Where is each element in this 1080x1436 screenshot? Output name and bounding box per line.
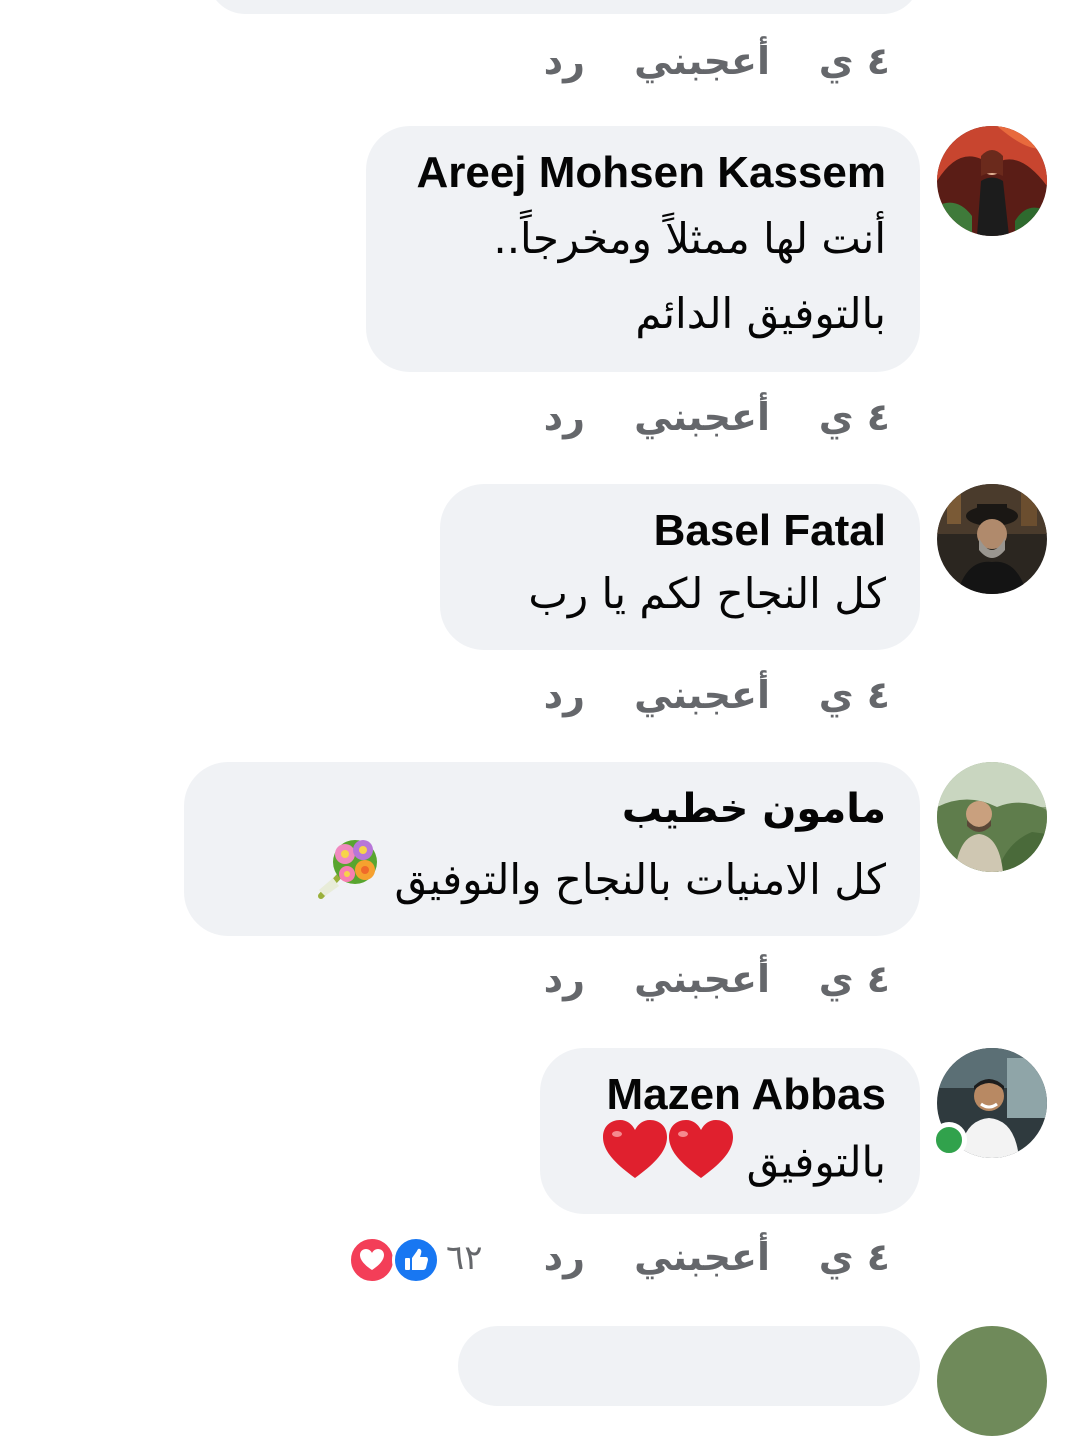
reply-button[interactable]: رد — [544, 954, 585, 1004]
red-heart-icon — [603, 1120, 734, 1210]
comment-text-line: أنت لها ممثلاً ومخرجاً.. — [493, 214, 886, 263]
comment-actions: ٤ ي أعجبني رد — [520, 670, 890, 720]
reaction-summary[interactable]: ٦٢ — [346, 1232, 506, 1284]
avatar[interactable] — [937, 1326, 1047, 1436]
like-button[interactable]: أعجبني — [634, 36, 770, 86]
bouquet-icon — [315, 834, 381, 931]
comment-author[interactable]: Basel Fatal — [474, 506, 886, 556]
comment-actions: ٤ ي أعجبني رد — [520, 1232, 890, 1282]
comment-author[interactable]: Areej Mohsen Kassem — [400, 148, 886, 198]
comment-author[interactable]: Mazen Abbas — [574, 1070, 886, 1120]
avatar[interactable] — [937, 762, 1047, 872]
love-icon — [348, 1236, 396, 1284]
avatar[interactable] — [937, 126, 1047, 236]
comment-actions: ٤ ي أعجبني رد — [520, 392, 890, 442]
comment-time[interactable]: ٤ ي — [819, 392, 890, 442]
like-button[interactable]: أعجبني — [634, 392, 770, 442]
comment-time[interactable]: ٤ ي — [819, 670, 890, 720]
comment-text-line: بالتوفيق — [746, 1137, 886, 1187]
comment-bubble: Areej Mohsen Kassem أنت لها ممثلاً ومخرج… — [366, 126, 920, 372]
comment-time[interactable]: ٤ ي — [819, 36, 890, 86]
comment-bubble: Mazen Abbas بالتوفيق — [540, 1048, 920, 1214]
comment-time[interactable]: ٤ ي — [819, 954, 890, 1004]
comment-bubble: Basel Fatal كل النجاح لكم يا رب — [440, 484, 920, 650]
comment-text-line: كل الامنيات بالنجاح والتوفيق — [394, 855, 886, 904]
reply-button[interactable]: رد — [544, 392, 585, 442]
like-button[interactable]: أعجبني — [634, 670, 770, 720]
comment-bubble-partial-top — [208, 0, 920, 14]
reaction-count: ٦٢ — [446, 1238, 483, 1278]
online-status-icon — [931, 1122, 967, 1158]
comment-text-line: بالتوفيق الدائم — [635, 289, 886, 338]
comment-actions: ٤ ي أعجبني رد — [520, 36, 890, 86]
like-button[interactable]: أعجبني — [634, 954, 770, 1004]
reply-button[interactable]: رد — [544, 36, 585, 86]
comment-text-line: كل النجاح لكم يا رب — [528, 569, 886, 618]
avatar[interactable] — [937, 484, 1047, 594]
like-icon — [392, 1236, 440, 1284]
comment-text-row: بالتوفيق — [574, 1120, 886, 1210]
reply-button[interactable]: رد — [544, 1232, 585, 1282]
comment-text-row: كل الامنيات بالنجاح والتوفيق — [218, 834, 886, 931]
comment-bubble-partial-bottom — [458, 1326, 920, 1406]
reply-button[interactable]: رد — [544, 670, 585, 720]
comment-author[interactable]: مامون خطيب — [218, 784, 886, 834]
comment-bubble: مامون خطيب كل الامنيات بالنجاح والتوفيق — [184, 762, 920, 936]
like-button[interactable]: أعجبني — [634, 1232, 770, 1282]
comment-time[interactable]: ٤ ي — [819, 1232, 890, 1282]
comment-actions: ٤ ي أعجبني رد — [520, 954, 890, 1004]
